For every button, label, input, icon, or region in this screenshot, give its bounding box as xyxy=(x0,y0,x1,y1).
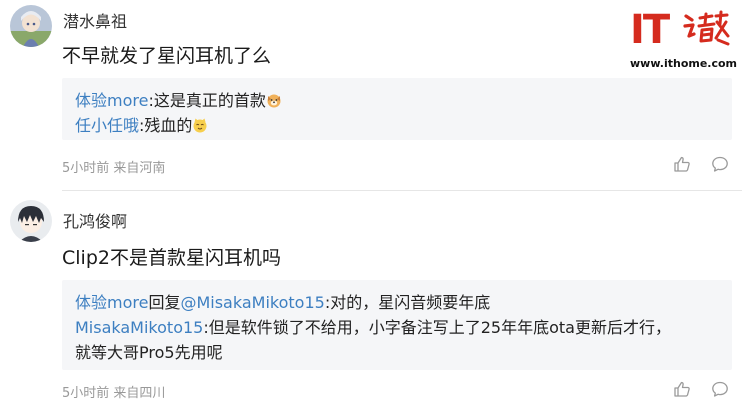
reply-target[interactable]: @MisakaMikoto15 xyxy=(180,293,324,312)
reply-text: 残血的 xyxy=(144,116,193,135)
reply-word: 回复 xyxy=(148,293,181,312)
comment-item: 潜水鼻祖 不早就发了星闪耳机了么 体验more:这是真正的首款 任小任哦:残血的… xyxy=(0,0,742,190)
reply-line: 体验more回复@MisakaMikoto15:对的，星闪音频要年底 xyxy=(75,289,490,313)
like-icon[interactable] xyxy=(673,155,691,173)
reply-author[interactable]: 体验more xyxy=(75,91,148,110)
reply-line: 任小任哦:残血的 xyxy=(75,112,208,136)
like-icon[interactable] xyxy=(673,380,691,398)
cat-emoji-icon xyxy=(193,118,207,133)
comment-divider xyxy=(62,190,742,191)
reply-text: 这是真正的首款 xyxy=(153,91,266,110)
comment-content: 不早就发了星闪耳机了么 xyxy=(62,45,272,67)
reply-line: 体验more:这是真正的首款 xyxy=(75,87,282,111)
comment-meta: 5小时前 来自四川 xyxy=(62,386,166,401)
reply-line: MisakaMikoto15:但是软件锁了不给用，小字备注写上了25年年底ota… xyxy=(75,314,671,338)
reply-box: 体验more回复@MisakaMikoto15:对的，星闪音频要年底 Misak… xyxy=(62,280,732,370)
comment-meta: 5小时前 来自河南 xyxy=(62,161,166,176)
reply-author[interactable]: MisakaMikoto15 xyxy=(75,318,203,337)
dog-emoji-icon xyxy=(267,94,281,108)
reply-box: 体验more:这是真正的首款 任小任哦:残血的 xyxy=(62,78,732,140)
avatar[interactable] xyxy=(10,200,52,242)
avatar[interactable] xyxy=(10,5,52,47)
comment-content: Clip2不是首款星闪耳机吗 xyxy=(62,247,281,269)
comment-username[interactable]: 潜水鼻祖 xyxy=(63,8,127,32)
reply-author[interactable]: 任小任哦 xyxy=(75,116,139,135)
comment-username[interactable]: 孔鸿俊啊 xyxy=(63,208,127,232)
reply-text: 对的，星闪音频要年底 xyxy=(330,293,491,312)
comment-item: 孔鸿俊啊 Clip2不是首款星闪耳机吗 体验more回复@MisakaMikot… xyxy=(0,192,742,410)
comment-reply-icon[interactable] xyxy=(711,380,729,398)
reply-text: 但是软件锁了不给用，小字备注写上了25年年底ota更新后才行， xyxy=(208,318,671,337)
comment-reply-icon[interactable] xyxy=(711,155,729,173)
reply-line-continued: 就等大哥Pro5先用呢 xyxy=(75,339,223,363)
reply-author[interactable]: 体验more xyxy=(75,293,148,312)
reply-text: 就等大哥Pro5先用呢 xyxy=(75,343,223,362)
